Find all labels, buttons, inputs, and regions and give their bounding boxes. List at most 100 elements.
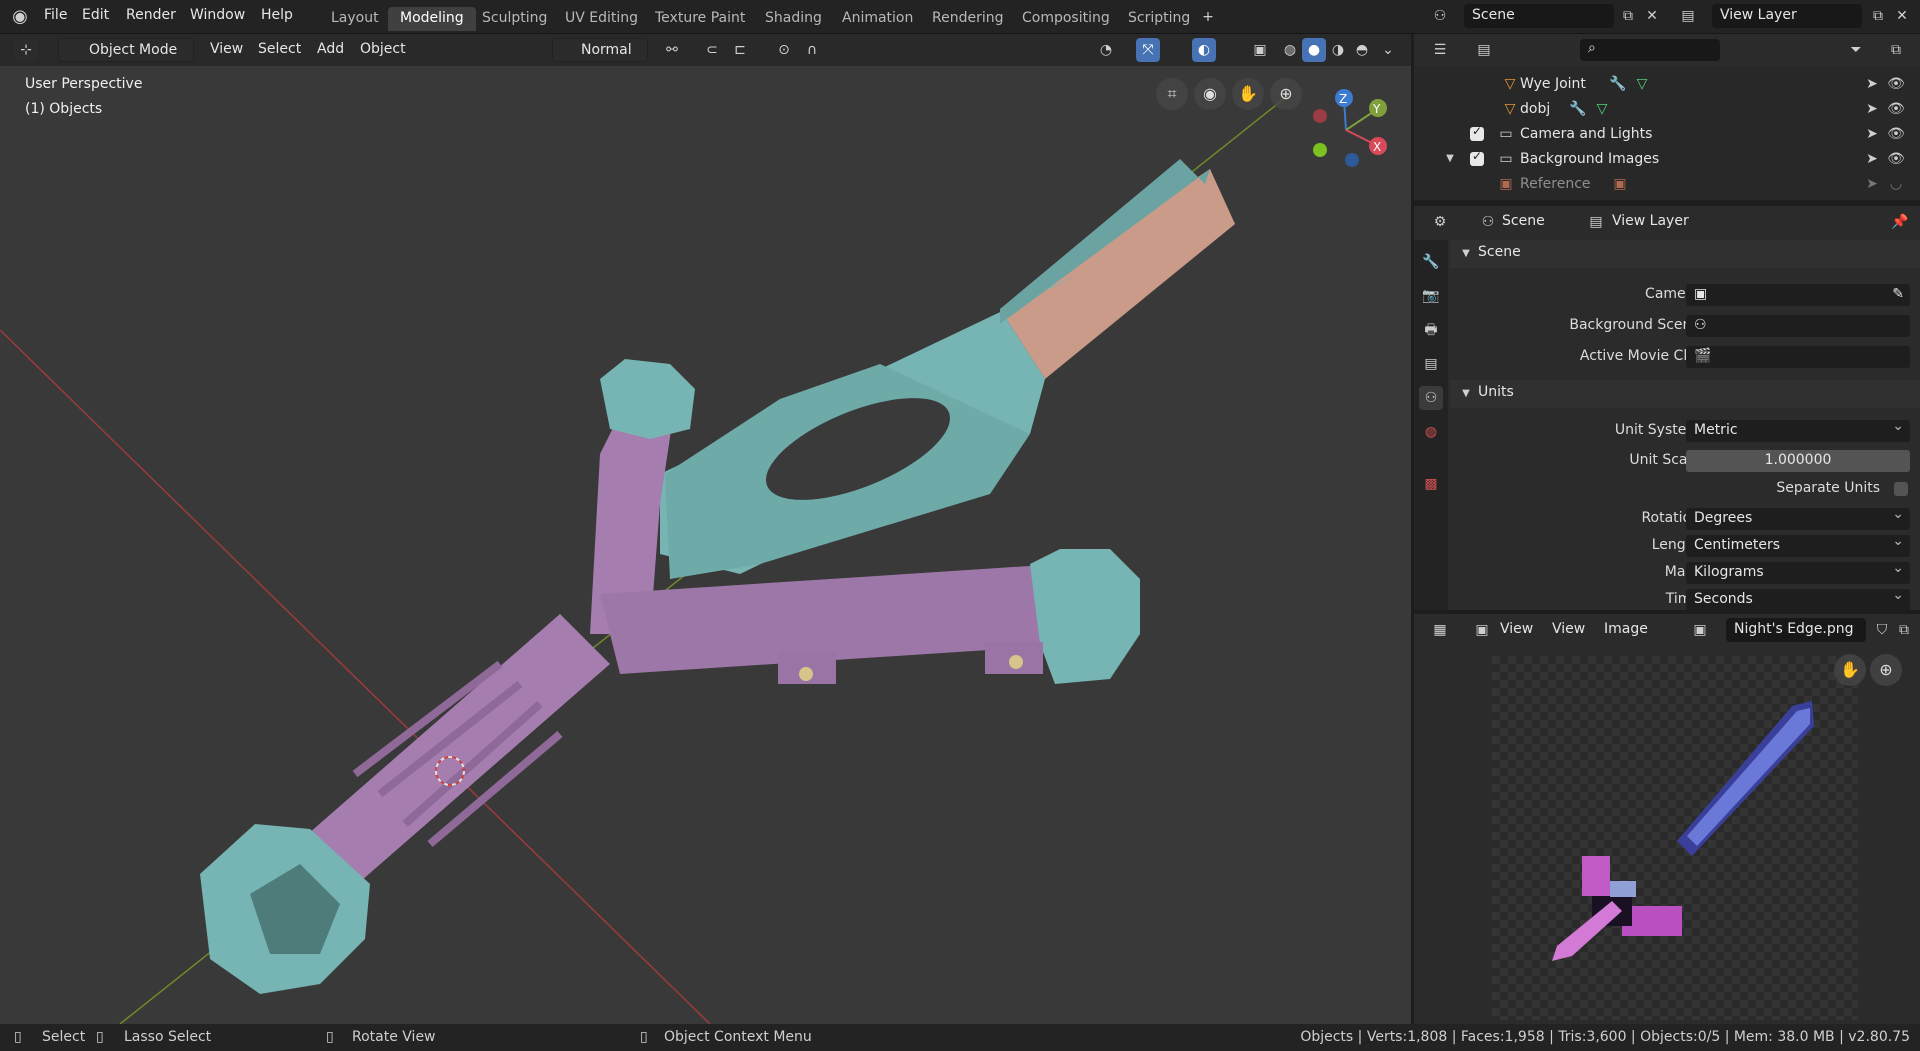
navigation-gizmo[interactable]: Z Y X: [1300, 80, 1400, 180]
falloff-icon[interactable]: ∩: [800, 38, 824, 62]
world-tab-icon[interactable]: ◍: [1419, 420, 1443, 444]
tab-scripting[interactable]: Scripting: [1116, 7, 1202, 31]
output-tab-icon[interactable]: 🖶: [1419, 318, 1443, 342]
expand-arrow-icon[interactable]: ▼: [1438, 147, 1462, 171]
outliner-row[interactable]: ▽ dobj 🔧 ▽ ➤ 👁: [1414, 97, 1920, 122]
plus-icon[interactable]: +: [1196, 5, 1220, 29]
close-scene-icon[interactable]: ✕: [1640, 4, 1664, 28]
menu-image[interactable]: Image: [1596, 618, 1656, 642]
select-arrow-icon[interactable]: ➤: [1860, 72, 1884, 96]
editor-type-icon[interactable]: ⊹: [14, 38, 38, 62]
eye-closed-icon[interactable]: ◡: [1884, 172, 1908, 196]
select-arrow-icon[interactable]: ➤: [1860, 97, 1884, 121]
tab-texture-paint[interactable]: Texture Paint: [643, 7, 757, 31]
pan-hand-icon[interactable]: ✋: [1834, 654, 1866, 686]
tab-uv-editing[interactable]: UV Editing: [553, 7, 650, 31]
eye-icon[interactable]: 👁: [1884, 147, 1908, 171]
eye-icon[interactable]: 👁: [1884, 122, 1908, 146]
menu-edit[interactable]: Edit: [82, 7, 109, 23]
menu-view[interactable]: View: [1544, 618, 1593, 642]
menu-view[interactable]: View: [202, 38, 251, 62]
view-layer-field[interactable]: View Layer: [1712, 4, 1862, 28]
length-dropdown[interactable]: Centimeters: [1686, 533, 1910, 557]
texture-tab-icon[interactable]: ▩: [1419, 472, 1443, 496]
tool-tab-icon[interactable]: 🔧: [1419, 250, 1443, 274]
menu-select[interactable]: Select: [250, 38, 309, 62]
collection-checkbox[interactable]: [1470, 149, 1484, 166]
outliner-row[interactable]: ▽ Wye Joint 🔧 ▽ ➤ 👁: [1414, 72, 1920, 97]
filter-icon[interactable]: ⏷: [1844, 38, 1868, 62]
outliner-row[interactable]: ▼ ▭ Background Images ➤ 👁: [1414, 147, 1920, 172]
zoom-icon[interactable]: ⊕: [1270, 78, 1302, 110]
rotation-dropdown[interactable]: Degrees: [1686, 506, 1910, 530]
view-layer-icon[interactable]: ▤: [1676, 4, 1700, 28]
visibility-icon[interactable]: ◔: [1094, 38, 1118, 62]
pan-hand-icon[interactable]: ✋: [1232, 78, 1264, 110]
mode-dropdown[interactable]: Object Mode: [58, 38, 194, 62]
close-view-layer-icon[interactable]: ✕: [1890, 4, 1914, 28]
scene-section-header[interactable]: Scene: [1450, 240, 1920, 268]
xray-icon[interactable]: ▣: [1248, 38, 1272, 62]
eye-icon[interactable]: 👁: [1884, 72, 1908, 96]
select-arrow-icon[interactable]: ➤: [1860, 122, 1884, 146]
grid-toggle-icon[interactable]: ⌗: [1156, 78, 1188, 110]
select-arrow-icon[interactable]: ➤: [1860, 147, 1884, 171]
properties-editor-icon[interactable]: ⚙: [1428, 210, 1452, 234]
blender-logo-icon[interactable]: ◉: [8, 5, 32, 29]
menu-add[interactable]: Add: [309, 38, 352, 62]
new-collection-icon[interactable]: ⧉: [1884, 38, 1908, 62]
gizmo-toggle-icon[interactable]: ⤧: [1136, 38, 1160, 62]
unit-scale-field[interactable]: 1.000000: [1686, 450, 1910, 472]
image-canvas[interactable]: [1492, 656, 1858, 1020]
new-view-layer-icon[interactable]: ⧉: [1866, 4, 1890, 28]
collection-checkbox[interactable]: [1470, 124, 1484, 141]
image-editor-type-icon[interactable]: ▦: [1428, 618, 1452, 642]
tab-animation[interactable]: Animation: [830, 7, 925, 31]
image-name-field[interactable]: Night's Edge.png: [1726, 618, 1866, 642]
new-scene-icon[interactable]: ⧉: [1616, 4, 1640, 28]
mass-dropdown[interactable]: Kilograms: [1686, 560, 1910, 584]
scene-selector-icon[interactable]: ⚇: [1428, 4, 1452, 28]
orientation-dropdown[interactable]: Normal: [552, 38, 648, 62]
outliner-search[interactable]: ⌕: [1580, 39, 1720, 61]
collapse-arrow-icon[interactable]: ▼: [1454, 242, 1478, 266]
context-view-layer[interactable]: View Layer: [1604, 210, 1697, 234]
separate-units-checkbox[interactable]: [1894, 482, 1908, 496]
time-dropdown[interactable]: Seconds: [1686, 587, 1910, 611]
overlay-toggle-icon[interactable]: ◐: [1192, 38, 1216, 62]
snap-target-icon[interactable]: ⊏: [728, 38, 752, 62]
solid-shading-icon[interactable]: ●: [1302, 38, 1326, 62]
rendered-shading-icon[interactable]: ◓: [1350, 38, 1374, 62]
collapse-arrow-icon[interactable]: ▼: [1454, 382, 1478, 406]
camera-view-icon[interactable]: ◉: [1194, 78, 1226, 110]
material-shading-icon[interactable]: ◑: [1326, 38, 1350, 62]
tab-modeling[interactable]: Modeling: [388, 7, 476, 31]
tab-layout[interactable]: Layout: [319, 7, 391, 31]
3d-viewport[interactable]: ⊹ Object Mode View Select Add Object Nor…: [0, 34, 1411, 1024]
camera-field[interactable]: ▣ ✎: [1686, 284, 1910, 306]
proportional-edit-icon[interactable]: ⊙: [772, 38, 796, 62]
view-mode-dropdown[interactable]: View: [1492, 618, 1541, 642]
menu-render[interactable]: Render: [126, 7, 176, 23]
snap-icon[interactable]: ⊂: [700, 38, 724, 62]
tab-rendering[interactable]: Rendering: [920, 7, 1016, 31]
background-scene-field[interactable]: ⚇: [1686, 315, 1910, 337]
scene-tab-icon[interactable]: ⚇: [1419, 386, 1443, 410]
eyedropper-icon[interactable]: ✎: [1892, 286, 1904, 302]
menu-file[interactable]: File: [44, 7, 67, 23]
outliner-editor-icon[interactable]: ☰: [1428, 38, 1452, 62]
new-image-icon[interactable]: ⧉: [1892, 618, 1916, 642]
outliner-row[interactable]: ▣ Reference ▣ ➤ ◡: [1414, 172, 1920, 197]
menu-window[interactable]: Window: [190, 7, 245, 23]
shading-options-icon[interactable]: ⌄: [1376, 38, 1400, 62]
render-tab-icon[interactable]: 📷: [1419, 284, 1443, 308]
zoom-icon[interactable]: ⊕: [1870, 654, 1902, 686]
browse-image-icon[interactable]: ▣: [1688, 618, 1712, 642]
pivot-icon[interactable]: ⚯: [660, 38, 684, 62]
image-view-mode-icon[interactable]: ▣: [1470, 618, 1494, 642]
tab-shading[interactable]: Shading: [753, 7, 834, 31]
menu-object[interactable]: Object: [352, 38, 414, 62]
active-movie-clip-field[interactable]: 🎬: [1686, 346, 1910, 368]
select-arrow-icon[interactable]: ➤: [1860, 172, 1884, 196]
view-layer-tab-icon[interactable]: ▤: [1419, 352, 1443, 376]
